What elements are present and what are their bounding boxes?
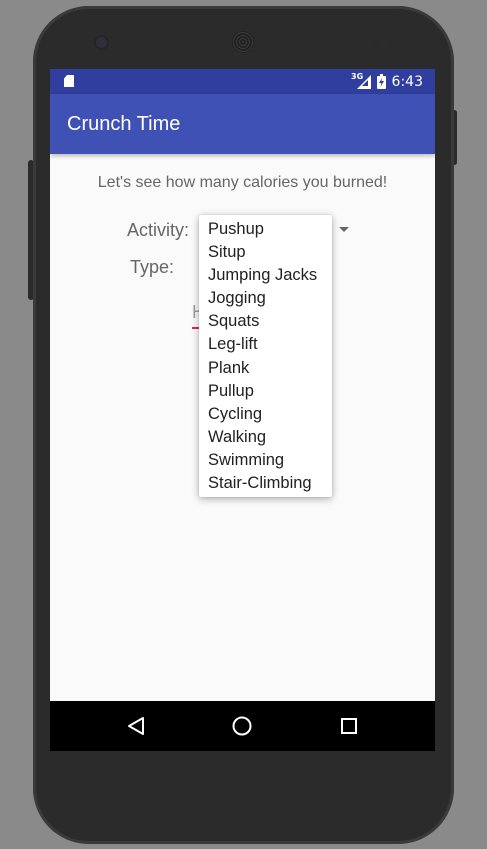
dropdown-item-cycling[interactable]: Cycling bbox=[199, 403, 332, 426]
dropdown-item-pullup[interactable]: Pullup bbox=[199, 380, 332, 403]
sd-card-icon bbox=[64, 75, 74, 87]
back-button[interactable] bbox=[106, 701, 166, 751]
activity-spinner-arrow-icon[interactable] bbox=[339, 227, 349, 232]
activity-label: Activity: bbox=[127, 220, 190, 240]
dropdown-item-situp[interactable]: Situp bbox=[199, 241, 332, 264]
activity-dropdown-menu: Pushup Situp Jumping Jacks Jogging Squat… bbox=[199, 215, 332, 498]
dropdown-item-stair-climbing[interactable]: Stair-Climbing bbox=[199, 472, 332, 495]
proximity-sensor bbox=[372, 39, 379, 46]
battery-icon bbox=[376, 74, 386, 89]
clock-time: 6:43 bbox=[391, 73, 423, 90]
main-content: Let's see how many calories you burned! … bbox=[50, 154, 435, 701]
dropdown-item-squats[interactable]: Squats bbox=[199, 310, 332, 333]
light-sensor bbox=[387, 39, 394, 46]
type-label: Type: bbox=[130, 257, 175, 277]
dropdown-item-jogging[interactable]: Jogging bbox=[199, 287, 332, 310]
screen: 3G 6:43 Crunch Time Let's see how many c… bbox=[50, 69, 435, 751]
dropdown-item-leg-lift[interactable]: Leg-lift bbox=[199, 333, 332, 356]
intro-text: Let's see how many calories you burned! bbox=[97, 174, 388, 191]
status-bar: 3G 6:43 bbox=[50, 69, 435, 94]
dropdown-item-walking[interactable]: Walking bbox=[199, 426, 332, 449]
cell-signal-icon bbox=[356, 74, 371, 89]
dropdown-item-jumping-jacks[interactable]: Jumping Jacks bbox=[199, 264, 332, 287]
recents-button[interactable] bbox=[319, 701, 379, 751]
back-triangle-icon bbox=[128, 717, 144, 735]
device-frame: 3G 6:43 Crunch Time Let's see how many c… bbox=[0, 0, 487, 849]
dropdown-item-swimming[interactable]: Swimming bbox=[199, 449, 332, 472]
app-bar: Crunch Time bbox=[50, 94, 435, 154]
home-button[interactable] bbox=[212, 701, 272, 751]
home-circle-icon bbox=[232, 716, 252, 736]
recents-square-icon bbox=[341, 718, 357, 734]
speaker-grille bbox=[232, 31, 254, 53]
status-icons: 6:43 bbox=[356, 69, 423, 94]
dropdown-item-plank[interactable]: Plank bbox=[199, 357, 332, 380]
app-title: Crunch Time bbox=[67, 113, 181, 135]
system-nav-bar bbox=[50, 701, 435, 751]
dropdown-item-pushup[interactable]: Pushup bbox=[199, 218, 332, 241]
front-camera-icon bbox=[96, 37, 107, 48]
